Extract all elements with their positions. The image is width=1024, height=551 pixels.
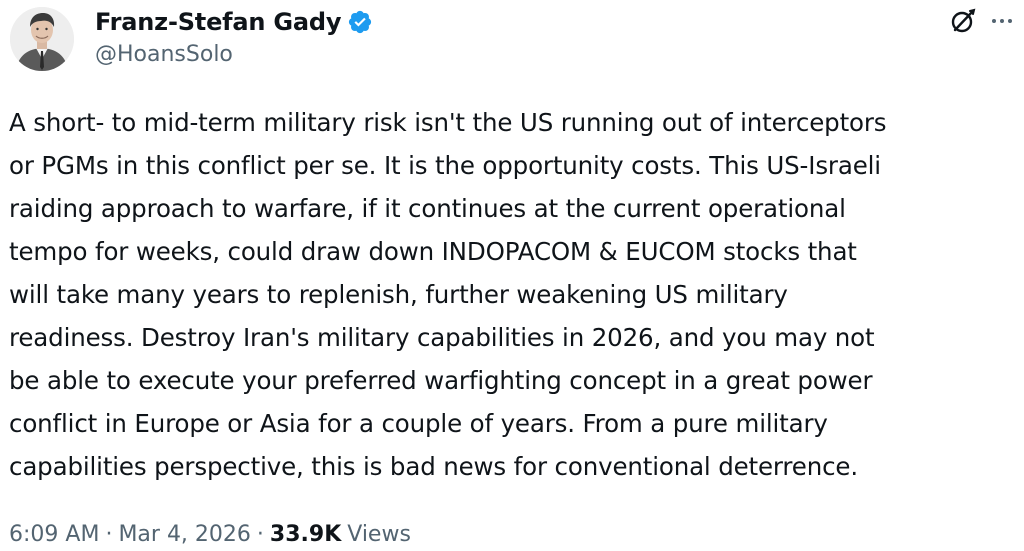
more-dots-icon[interactable] xyxy=(992,6,1012,36)
verified-badge-icon xyxy=(347,9,373,35)
views-count: 33.9K xyxy=(269,521,342,547)
tweet-date[interactable]: Mar 4, 2026 xyxy=(118,522,250,547)
tweet-text-line: raiding approach to warfare, if it conti… xyxy=(9,194,846,223)
tweet-text: A short- to mid-term military risk isn't… xyxy=(9,101,1014,488)
dot xyxy=(1008,19,1012,23)
avatar-portrait-icon xyxy=(10,7,74,71)
author-name-row: Franz-Stefan Gady xyxy=(95,4,373,40)
author-handle[interactable]: @HoansSolo xyxy=(95,42,233,67)
tweet-meta: 6:09 AM · Mar 4, 2026 · 33.9K Views xyxy=(9,517,411,551)
views-label: Views xyxy=(347,521,411,547)
meta-separator: · xyxy=(256,521,264,547)
dot xyxy=(1000,19,1004,23)
tweet-text-line: conflict in Europe or Asia for a couple … xyxy=(9,409,828,438)
dot xyxy=(992,19,996,23)
tweet-card: Franz-Stefan Gady @HoansSolo A short- to… xyxy=(0,0,1024,551)
tweet-text-line: will take many years to replenish, furth… xyxy=(9,280,788,309)
tweet-text-line: A short- to mid-term military risk isn't… xyxy=(9,108,887,137)
grok-icon[interactable] xyxy=(948,6,978,36)
tweet-text-line: or PGMs in this conflict per se. It is t… xyxy=(9,151,881,180)
meta-separator: · xyxy=(105,521,113,547)
author-name[interactable]: Franz-Stefan Gady xyxy=(95,8,342,36)
tweet-text-line: readiness. Destroy Iran's military capab… xyxy=(9,323,875,352)
tweet-actions xyxy=(948,6,1012,36)
avatar[interactable] xyxy=(10,7,74,71)
tweet-time[interactable]: 6:09 AM xyxy=(9,522,99,547)
tweet-text-line: tempo for weeks, could draw down INDOPAC… xyxy=(9,237,857,266)
tweet-text-line: be able to execute your preferred warfig… xyxy=(9,366,873,395)
tweet-text-line: capabilities perspective, this is bad ne… xyxy=(9,452,858,481)
